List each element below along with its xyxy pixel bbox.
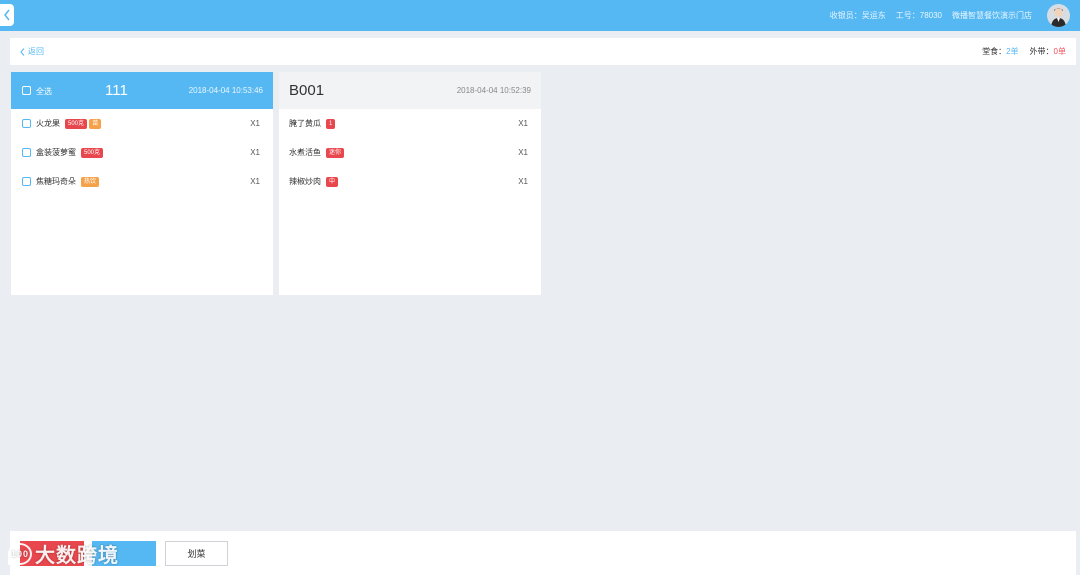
mark-dish-button[interactable]: 划菜 (165, 541, 228, 566)
avatar[interactable] (1047, 4, 1070, 27)
dish-item[interactable]: 焦糖玛奇朵 热饮 X1 (11, 167, 273, 196)
staff-no-label: 工号：78030 (895, 11, 942, 20)
dish-name: 焦糖玛奇朵 (36, 177, 76, 186)
dish-item[interactable]: 水煮活鱼 迷你 X1 (279, 138, 541, 167)
table-number: 111 (105, 82, 128, 99)
blue-action-button[interactable] (92, 541, 156, 566)
top-info: 收银员：吴运东 工号：78030 微播智慧餐饮演示门店 (830, 0, 1032, 31)
dish-quantity: X1 (518, 119, 528, 128)
order-time: 2018-04-04 10:53:46 (188, 86, 263, 95)
order-card[interactable]: B001 2018-04-04 10:52:39 腌了黄瓜 1 X1 水煮活鱼 … (279, 72, 541, 295)
spec-tag: 迷你 (326, 147, 345, 158)
spec-tag: 苗 (89, 118, 102, 129)
spec-tag: 1 (326, 118, 336, 129)
back-link[interactable]: 返回 (20, 46, 44, 57)
select-all-label: 全选 (36, 87, 52, 96)
red-action-button[interactable] (20, 541, 84, 566)
spec-tag: 500克 (81, 147, 104, 158)
dish-item[interactable]: 盒装菠萝蜜 500克 X1 (11, 138, 273, 167)
back-arrow-button[interactable] (0, 4, 14, 26)
chevron-left-icon (20, 47, 25, 56)
dish-quantity: X1 (250, 119, 260, 128)
order-time: 2018-04-04 10:52:39 (456, 86, 531, 95)
order-card[interactable]: 全选 111 2018-04-04 10:53:46 火龙果 500克 苗 X1… (11, 72, 273, 295)
order-card-header: B001 2018-04-04 10:52:39 (279, 72, 541, 109)
dish-name: 火龙果 (36, 119, 60, 128)
dish-quantity: X1 (518, 148, 528, 157)
select-all-checkbox[interactable] (22, 86, 31, 95)
user-avatar-icon (1051, 8, 1066, 27)
takeaway-count: 外带：0单 (1029, 47, 1066, 56)
back-link-label: 返回 (28, 47, 44, 56)
spec-tag: 热饮 (81, 176, 100, 187)
table-number: B001 (289, 82, 325, 99)
store-name: 微播智慧餐饮演示门店 (952, 11, 1032, 20)
dish-checkbox[interactable] (22, 177, 31, 186)
bottom-action-bar: 划菜 (10, 531, 1076, 575)
chevron-left-icon (4, 9, 10, 21)
spec-tag: 500克 (65, 118, 88, 129)
order-card-header: 全选 111 2018-04-04 10:53:46 (11, 72, 273, 109)
order-counts: 堂食：2单 外带：0单 (982, 46, 1066, 57)
dish-item[interactable]: 火龙果 500克 苗 X1 (11, 109, 273, 138)
dish-item[interactable]: 辣椒炒肉 中 X1 (279, 167, 541, 196)
cashier-label: 收银员：吴运东 (829, 11, 886, 20)
dish-checkbox[interactable] (22, 119, 31, 128)
dish-quantity: X1 (250, 148, 260, 157)
dish-quantity: X1 (250, 177, 260, 186)
dish-name: 腌了黄瓜 (289, 119, 321, 128)
top-bar: 收银员：吴运东 工号：78030 微播智慧餐饮演示门店 (0, 0, 1080, 31)
dine-in-count: 堂食：2单 (982, 47, 1019, 56)
dish-item[interactable]: 腌了黄瓜 1 X1 (279, 109, 541, 138)
dish-name: 辣椒炒肉 (289, 177, 321, 186)
spec-tag: 中 (326, 176, 339, 187)
sub-header: 返回 堂食：2单 外带：0单 (10, 38, 1076, 65)
dish-name: 盒装菠萝蜜 (36, 148, 76, 157)
dish-checkbox[interactable] (22, 148, 31, 157)
dish-quantity: X1 (518, 177, 528, 186)
dish-name: 水煮活鱼 (289, 148, 321, 157)
